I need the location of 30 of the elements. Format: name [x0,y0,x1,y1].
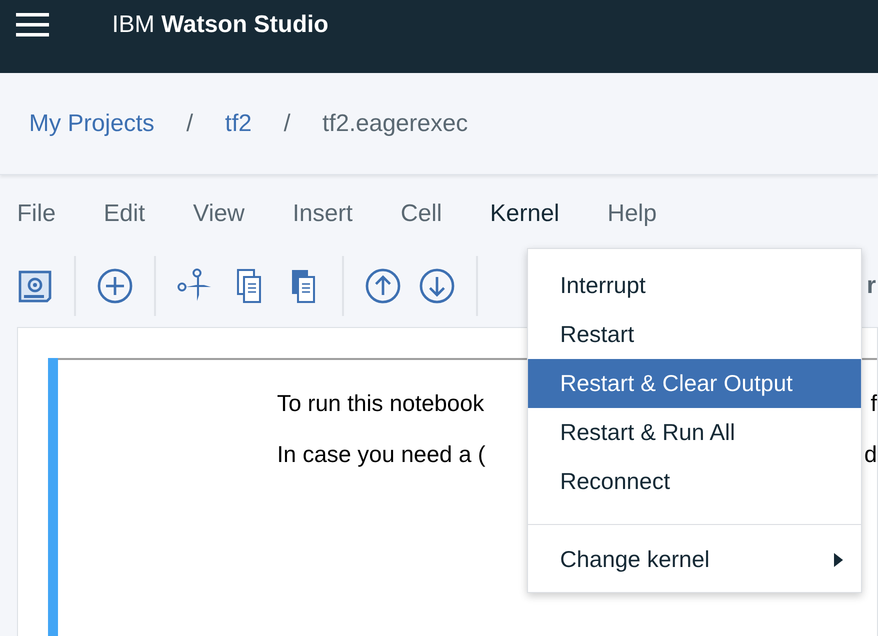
menu-item[interactable]: Kernel [490,200,560,230]
cell-text: To run this notebook [277,390,484,417]
breadcrumb-separator: / [186,110,194,138]
breadcrumb-link[interactable]: My Projects [29,110,154,138]
dropdown-item[interactable]: Interrupt [528,261,861,310]
menu-item[interactable]: Edit [104,200,146,230]
dropdown-item[interactable]: Restart & Run All [528,408,861,457]
breadcrumb-separator: / [284,110,290,138]
cell-text: In case you need a ( [277,441,486,468]
toolbar-label: r [866,272,876,300]
dropdown-item[interactable]: Change kernel [528,535,861,584]
dropdown-item[interactable]: Restart [528,310,861,359]
submenu-caret-icon [834,552,843,566]
dropdown-item[interactable]: Restart & Clear Output [528,359,861,408]
menu-item[interactable]: File [17,200,56,230]
save-icon[interactable] [17,268,53,304]
breadcrumb-link[interactable]: tf2 [225,110,252,138]
cell-text: d [864,441,877,468]
menu-item[interactable]: View [193,200,245,230]
menu-icon[interactable] [16,12,49,36]
menu-item[interactable]: Cell [400,200,442,230]
app-title: IBM Watson Studio [112,10,328,38]
arrow-up-icon[interactable] [365,268,401,304]
breadcrumb-current: tf2.eagerexec [322,110,468,138]
arrow-down-icon[interactable] [419,268,455,304]
dropdown-item[interactable]: Reconnect [528,457,861,506]
menu-item[interactable]: Insert [292,200,353,230]
menu-item[interactable]: Help [607,200,657,230]
add-icon[interactable] [97,268,133,304]
cell-text: f [870,390,877,417]
